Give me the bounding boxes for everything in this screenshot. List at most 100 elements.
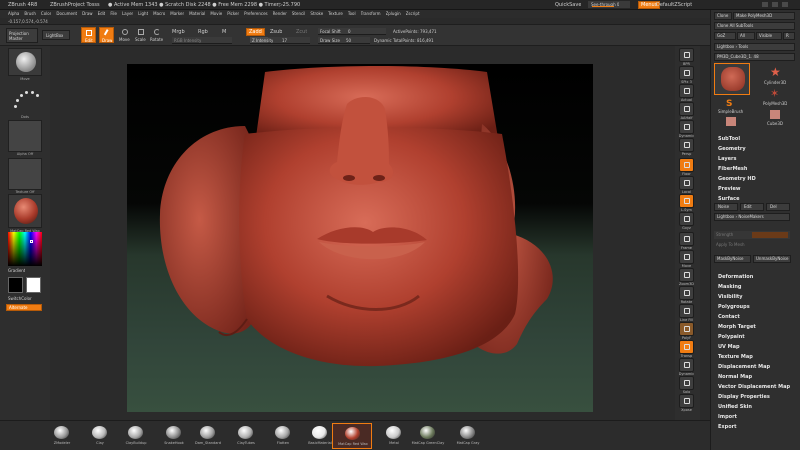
shelf-button-persp[interactable] — [679, 138, 694, 152]
shelf-button-solo[interactable] — [679, 376, 694, 390]
menu-item-file[interactable]: File — [110, 11, 117, 18]
tool-thumb-cylinder[interactable]: ★ Cylinder3D — [758, 63, 794, 87]
zcut-button[interactable]: Zcut — [296, 29, 307, 35]
menu-item-macro[interactable]: Macro — [153, 11, 165, 18]
surface-del-button[interactable]: Del — [766, 203, 790, 211]
close-icon[interactable] — [782, 2, 788, 7]
shelf-item-dam-standard[interactable]: Dam_Standard — [188, 423, 228, 449]
shelf-button-gxyz[interactable] — [679, 212, 694, 226]
menu-item-stencil[interactable]: Stencil — [292, 11, 306, 18]
tool-menu-surface[interactable]: Surface — [718, 196, 740, 202]
lightbox-button[interactable]: LightBox — [42, 30, 70, 40]
tool-menu-geometry[interactable]: Geometry — [718, 146, 746, 152]
draw-button[interactable]: Draw — [99, 27, 114, 43]
tool-menu-unified-skin[interactable]: Unified Skin — [718, 404, 752, 410]
sculpt-model[interactable] — [127, 64, 593, 412]
tool-menu-visibility[interactable]: Visibility — [718, 294, 743, 300]
shelf-button-polyf[interactable] — [679, 322, 694, 336]
menu-item-alpha[interactable]: Alpha — [8, 11, 19, 18]
shelf-button-actual[interactable] — [679, 84, 694, 98]
secondary-color-swatch[interactable] — [8, 277, 23, 293]
surface-edit-button[interactable]: Edit — [740, 203, 764, 211]
tool-menu-geometry-hd[interactable]: Geometry HD — [718, 176, 756, 182]
switchcolor-button[interactable]: SwitchColor — [8, 296, 32, 301]
shelf-item-matcap-red-wax[interactable]: MatCap Red Wax — [332, 423, 372, 449]
m-button[interactable]: M — [222, 29, 226, 35]
shelf-button-dynamic[interactable] — [679, 358, 694, 372]
tool-menu-export[interactable]: Export — [718, 424, 737, 430]
rgb-button[interactable]: Rgb — [198, 29, 208, 35]
zsub-button[interactable]: Zsub — [270, 29, 282, 35]
menu-item-transform[interactable]: Transform — [361, 11, 381, 18]
menu-item-light[interactable]: Light — [138, 11, 148, 18]
menu-item-tool[interactable]: Tool — [348, 11, 356, 18]
lightbox-noisemakers-button[interactable]: Lightbox › NoiseMakers — [714, 213, 790, 221]
shelf-item-matcap-gray[interactable]: MatCap Gray — [448, 423, 488, 449]
clone-button[interactable]: Clone — [714, 12, 732, 20]
goz-button[interactable]: GoZ — [714, 32, 736, 40]
main-color-swatch[interactable] — [26, 277, 41, 293]
shelf-button-bpr[interactable] — [679, 48, 694, 62]
shelf-button-floor[interactable] — [679, 158, 694, 172]
apply-to-mesh-button[interactable]: Apply To Mesh — [716, 242, 745, 247]
tool-menu-layers[interactable]: Layers — [718, 156, 737, 162]
gradient-toggle[interactable]: Gradient — [8, 268, 25, 273]
make-polymesh-button[interactable]: Make PolyMesh3D — [733, 12, 795, 20]
tool-menu-deformation[interactable]: Deformation — [718, 274, 753, 280]
tool-menu-contact[interactable]: Contact — [718, 314, 740, 320]
tool-menu-polypaint[interactable]: Polypaint — [718, 334, 745, 340]
shelf-button-dynamic[interactable] — [679, 120, 694, 134]
tool-thumb-pm3d-small[interactable] — [714, 117, 750, 133]
dynamic-toggle[interactable]: Dynamic — [374, 38, 392, 43]
document-canvas[interactable] — [127, 64, 593, 412]
shelf-button-aahalf[interactable] — [679, 102, 694, 116]
menu-item-stroke[interactable]: Stroke — [310, 11, 323, 18]
tool-menu-preview[interactable]: Preview — [718, 186, 741, 192]
menu-item-brush[interactable]: Brush — [24, 11, 36, 18]
tool-thumb-polymesh[interactable]: ✶ PolyMesh3D — [758, 87, 794, 109]
current-tool-slider[interactable]: PM3D_Cube3D_1. 48 — [714, 53, 795, 61]
shelf-item-claybuildup[interactable]: ClayBuildup — [116, 423, 156, 449]
move-button[interactable]: Move — [118, 27, 132, 43]
menu-item-marker[interactable]: Marker — [170, 11, 184, 18]
tool-menu-subtool[interactable]: SubTool — [718, 136, 740, 142]
all-button[interactable]: All — [737, 32, 755, 40]
shelf-item-clay[interactable]: Clay — [80, 423, 120, 449]
r-button[interactable]: R — [783, 32, 795, 40]
tool-menu-fibermesh[interactable]: FiberMesh — [718, 166, 747, 172]
shelf-button-local[interactable] — [679, 176, 694, 190]
tool-menu-vector-displacement-map[interactable]: Vector Displacement Map — [718, 384, 790, 390]
menu-item-preferences[interactable]: Preferences — [244, 11, 268, 18]
shelf-button-transp[interactable] — [679, 340, 694, 354]
tool-thumb-simplebrush[interactable]: S SimpleBrush — [714, 99, 750, 115]
shelf-button-frame[interactable] — [679, 232, 694, 246]
menu-item-draw[interactable]: Draw — [82, 11, 92, 18]
draw-size-slider[interactable]: Draw Size 50 — [318, 37, 370, 44]
menu-item-layer[interactable]: Layer — [122, 11, 133, 18]
strength-slider[interactable]: Strength — [714, 231, 790, 239]
clone-all-subtools-button[interactable]: Clone All SubTools — [714, 22, 795, 30]
tool-menu-texture-map[interactable]: Texture Map — [718, 354, 753, 360]
focal-shift-slider[interactable]: Focal Shift 0 — [318, 28, 386, 35]
stroke-thumbnail[interactable] — [8, 83, 42, 117]
menu-item-zscript[interactable]: Zscript — [406, 11, 420, 18]
shelf-button-move[interactable] — [679, 250, 694, 264]
menu-item-render[interactable]: Render — [273, 11, 287, 18]
visible-button[interactable]: Visible — [756, 32, 782, 40]
tool-menu-masking[interactable]: Masking — [718, 284, 742, 290]
edit-button[interactable]: Edit — [81, 27, 96, 43]
menu-item-texture[interactable]: Texture — [328, 11, 343, 18]
noise-button[interactable]: Noise — [714, 203, 738, 211]
unmask-by-noise-button[interactable]: UnmaskByNoise — [753, 255, 791, 263]
tool-menu-import[interactable]: Import — [718, 414, 737, 420]
brush-thumbnail[interactable] — [8, 48, 42, 76]
menu-item-color[interactable]: Color — [41, 11, 51, 18]
tool-menu-polygroups[interactable]: Polygroups — [718, 304, 750, 310]
default-zscript-button[interactable]: DefaultZScript — [656, 2, 692, 8]
menu-item-edit[interactable]: Edit — [98, 11, 106, 18]
tool-menu-display-properties[interactable]: Display Properties — [718, 394, 770, 400]
see-through-slider[interactable]: See-through 0 — [588, 1, 630, 8]
shelf-button-line-fill[interactable] — [679, 304, 694, 318]
tool-menu-normal-map[interactable]: Normal Map — [718, 374, 752, 380]
shelf-button-rotate[interactable] — [679, 286, 694, 300]
